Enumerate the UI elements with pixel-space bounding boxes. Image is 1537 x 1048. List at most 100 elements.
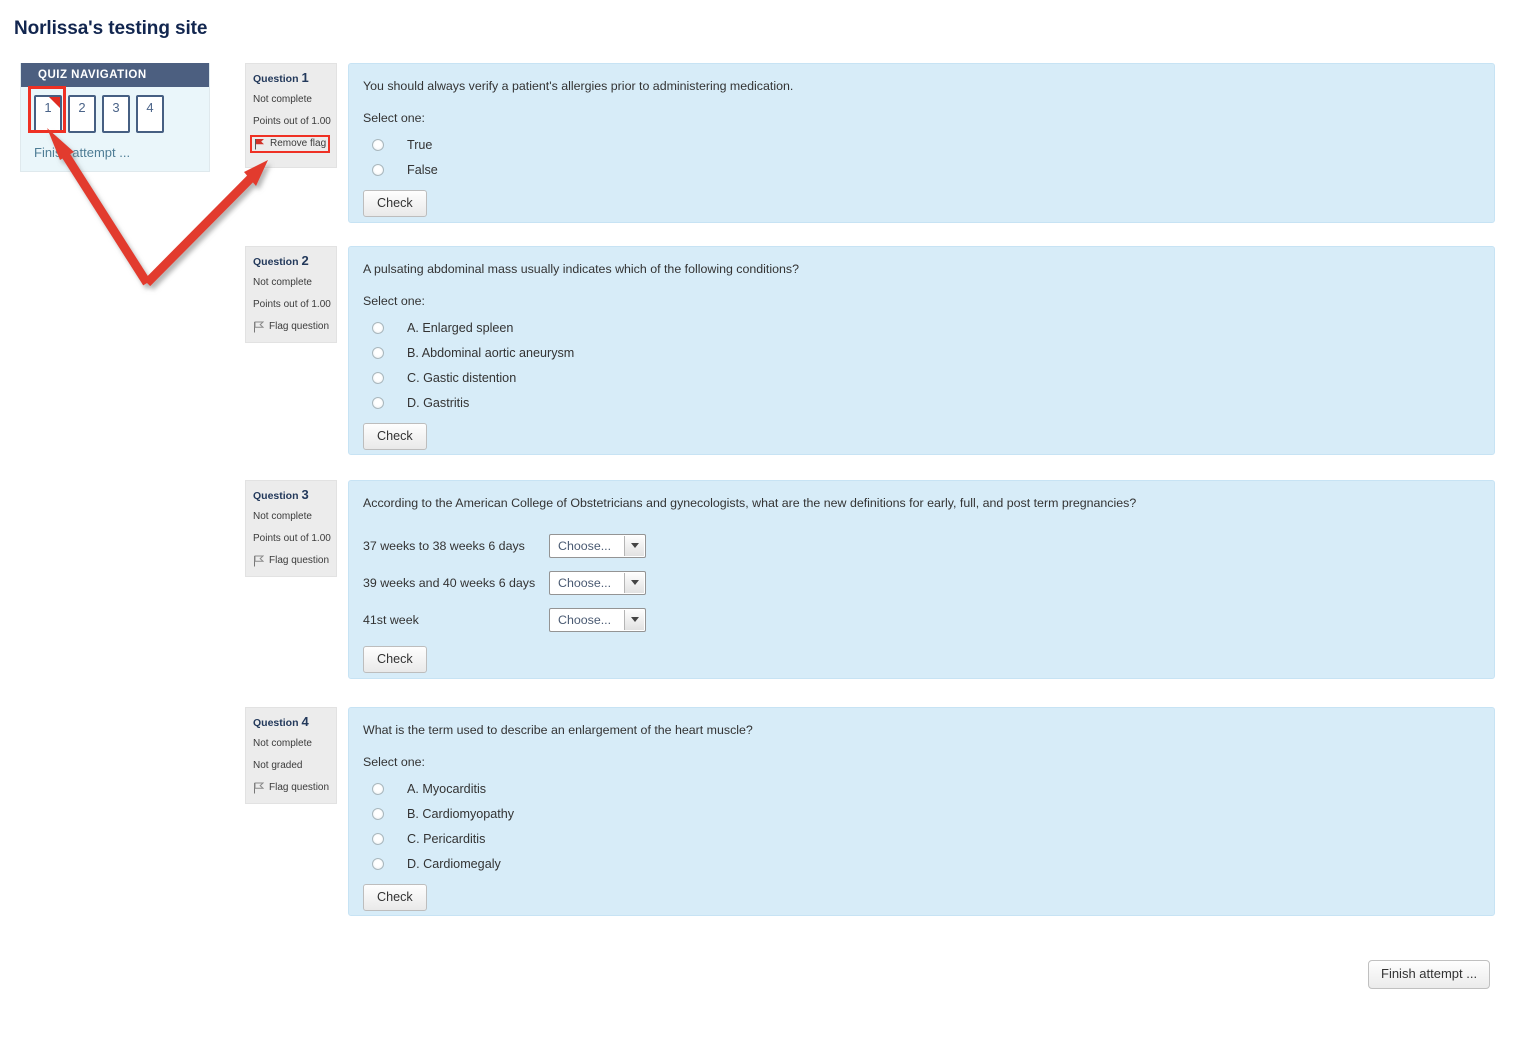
- answer-option-4-1[interactable]: B. Cardiomyopathy: [363, 801, 1476, 826]
- question-nav-button-2[interactable]: 2: [68, 95, 96, 133]
- question-number-value: 3: [301, 487, 309, 502]
- answer-option-label: C. Gastic distention: [407, 370, 517, 385]
- question-points-4: Not graded: [253, 760, 303, 771]
- question-button-list: 1 2 3 4: [34, 95, 199, 133]
- radio-button-icon[interactable]: [372, 321, 384, 334]
- flag-corner-icon: [49, 97, 60, 108]
- answer-option-4-0[interactable]: A. Myocarditis: [363, 776, 1476, 801]
- match-row-label: 39 weeks and 40 weeks 6 days: [363, 575, 536, 590]
- answer-option-label: A. Myocarditis: [407, 781, 487, 796]
- question-nav-button-label: 2: [78, 100, 86, 115]
- finish-attempt-link[interactable]: Finish attempt ...: [34, 145, 199, 161]
- question-number-word: Question: [253, 256, 299, 268]
- question-text-2: A pulsating abdominal mass usually indic…: [363, 262, 799, 276]
- question-nav-button-1[interactable]: 1: [34, 95, 62, 133]
- question-text-1: You should always verify a patient's all…: [363, 79, 794, 93]
- answer-option-2-1[interactable]: B. Abdominal aortic aneurysm: [363, 340, 1476, 365]
- flag-outline-icon: [253, 321, 265, 333]
- question-info-panel-1: Question 1 Not complete Points out of 1.…: [245, 63, 337, 168]
- answer-option-1-0[interactable]: True: [363, 132, 1476, 157]
- match-row-3-1: 39 weeks and 40 weeks 6 days Choose...: [363, 564, 1476, 601]
- check-button-3[interactable]: Check: [363, 646, 427, 673]
- quiz-navigation-header: QUIZ NAVIGATION: [21, 63, 209, 87]
- check-button-4[interactable]: Check: [363, 884, 427, 911]
- flag-question-button-3[interactable]: Flag question: [253, 555, 336, 567]
- flag-question-label: Flag question: [269, 782, 330, 793]
- answer-option-2-2[interactable]: C. Gastic distention: [363, 365, 1476, 390]
- question-number-3: Question 3: [253, 487, 336, 502]
- question-number-2: Question 2: [253, 254, 336, 268]
- match-select-1[interactable]: Choose...: [549, 570, 646, 595]
- radio-button-icon[interactable]: [372, 782, 384, 795]
- page-title: Norlissa's testing site: [14, 18, 208, 39]
- answer-option-label: B. Cardiomyopathy: [407, 806, 515, 821]
- flag-outline-icon: [253, 555, 265, 567]
- question-info-panel-2: Question 2 Not complete Points out of 1.…: [245, 246, 337, 343]
- check-button-2[interactable]: Check: [363, 423, 427, 450]
- match-select-value: Choose...: [558, 538, 612, 553]
- answer-option-1-1[interactable]: False: [363, 157, 1476, 182]
- question-number-1: Question 1: [253, 70, 336, 85]
- radio-button-icon[interactable]: [372, 138, 384, 151]
- flag-question-label: Flag question: [269, 555, 330, 566]
- match-select-2[interactable]: Choose...: [549, 607, 646, 632]
- select-one-label-2: Select one:: [363, 294, 425, 308]
- answer-option-4-2[interactable]: C. Pericarditis: [363, 826, 1476, 851]
- question-number-4: Question 4: [253, 714, 336, 729]
- flag-filled-icon: [254, 138, 265, 150]
- match-select-value: Choose...: [558, 612, 612, 627]
- remove-flag-button-1[interactable]: Remove flag: [250, 135, 330, 153]
- question-text-4: What is the term used to describe an enl…: [363, 723, 753, 737]
- answer-option-label: B. Abdominal aortic aneurysm: [407, 345, 575, 360]
- quiz-navigation-body: 1 2 3 4 Finish attempt ...: [21, 87, 209, 171]
- flag-question-label: Flag question: [269, 321, 330, 332]
- question-content-3: According to the American College of Obs…: [348, 480, 1495, 679]
- remove-flag-label: Remove flag: [270, 138, 327, 149]
- question-status-1: Not complete: [253, 94, 312, 105]
- match-select-value: Choose...: [558, 575, 612, 590]
- match-row-label: 41st week: [363, 612, 419, 627]
- answer-option-2-3[interactable]: D. Gastritis: [363, 390, 1476, 415]
- match-row-3-2: 41st week Choose...: [363, 601, 1476, 638]
- radio-button-icon[interactable]: [372, 371, 384, 384]
- answer-option-label: D. Gastritis: [407, 395, 470, 410]
- question-nav-button-label: 3: [112, 100, 120, 115]
- answer-option-4-3[interactable]: D. Cardiomegaly: [363, 851, 1476, 876]
- answer-option-label: A. Enlarged spleen: [407, 320, 514, 335]
- question-points-3: Points out of 1.00: [253, 533, 331, 544]
- chevron-down-icon[interactable]: [624, 609, 644, 630]
- question-content-4: What is the term used to describe an enl…: [348, 707, 1495, 916]
- quiz-navigation-block: QUIZ NAVIGATION 1 2 3 4 Finish attempt .…: [20, 63, 210, 172]
- answer-option-label: D. Cardiomegaly: [407, 856, 501, 871]
- answer-option-2-0[interactable]: A. Enlarged spleen: [363, 315, 1476, 340]
- radio-button-icon[interactable]: [372, 832, 384, 845]
- radio-button-icon[interactable]: [372, 807, 384, 820]
- question-nav-button-3[interactable]: 3: [102, 95, 130, 133]
- question-info-panel-3: Question 3 Not complete Points out of 1.…: [245, 480, 337, 577]
- flag-question-button-4[interactable]: Flag question: [253, 782, 336, 794]
- question-content-2: A pulsating abdominal mass usually indic…: [348, 246, 1495, 455]
- match-row-label: 37 weeks to 38 weeks 6 days: [363, 538, 525, 553]
- question-number-value: 4: [301, 714, 309, 729]
- question-number-value: 1: [301, 70, 309, 85]
- radio-button-icon[interactable]: [372, 346, 384, 359]
- match-select-0[interactable]: Choose...: [549, 533, 646, 558]
- question-number-word: Question: [253, 73, 299, 85]
- radio-button-icon[interactable]: [372, 163, 384, 176]
- question-points-1: Points out of 1.00: [253, 116, 331, 127]
- radio-button-icon[interactable]: [372, 396, 384, 409]
- question-points-2: Points out of 1.00: [253, 299, 331, 310]
- finish-attempt-button[interactable]: Finish attempt ...: [1368, 960, 1491, 989]
- check-button-1[interactable]: Check: [363, 190, 427, 217]
- chevron-down-icon[interactable]: [624, 572, 644, 593]
- quiz-attempt-page: Norlissa's testing site QUIZ NAVIGATION …: [0, 0, 1537, 1048]
- question-nav-button-label: 4: [146, 100, 154, 115]
- question-nav-button-4[interactable]: 4: [136, 95, 164, 133]
- chevron-down-icon[interactable]: [624, 535, 644, 556]
- radio-button-icon[interactable]: [372, 857, 384, 870]
- question-status-4: Not complete: [253, 738, 312, 749]
- flag-question-button-2[interactable]: Flag question: [253, 321, 336, 333]
- select-one-label-4: Select one:: [363, 755, 425, 769]
- question-number-word: Question: [253, 717, 299, 729]
- flag-outline-icon: [253, 782, 265, 794]
